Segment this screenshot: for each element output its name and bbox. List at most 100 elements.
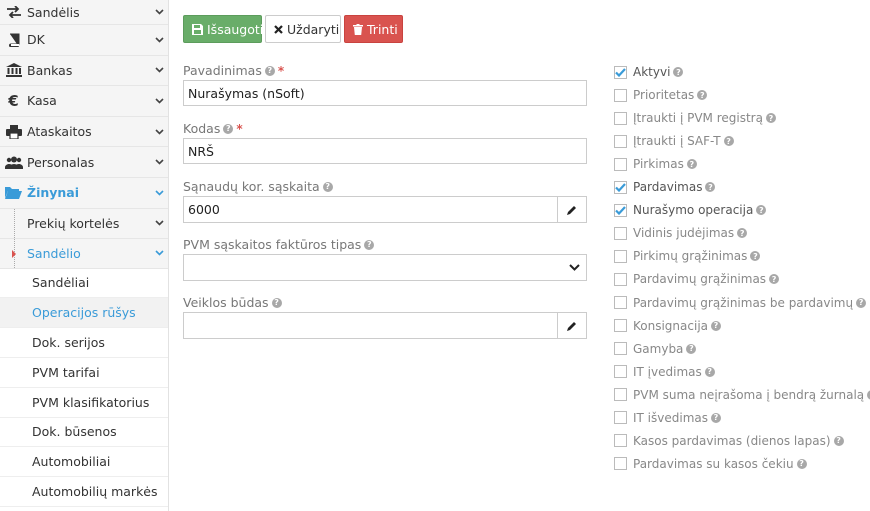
checkbox[interactable] — [614, 457, 627, 471]
sidebar-leaf-label: Operacijos rūšys — [32, 305, 136, 321]
sidebar-item-kasa[interactable]: € Kasa — [0, 86, 168, 117]
checkbox[interactable] — [614, 272, 627, 286]
flag-label: Gamyba — [633, 341, 684, 356]
sidebar-subitem-sandelio[interactable]: Sandėlio — [0, 238, 168, 269]
checkbox[interactable] — [614, 342, 627, 356]
help-icon[interactable]: ? — [271, 297, 282, 308]
sidebar-leaf-label: Dok. serijos — [32, 335, 105, 351]
sidebar-item-ataskaitos[interactable]: Ataskaitos — [0, 116, 168, 148]
checkbox[interactable] — [614, 157, 627, 171]
chevron-down-icon — [150, 9, 168, 15]
flag-checkbox-row[interactable]: Konsignacija? — [614, 318, 721, 334]
sidebar-item-personalas[interactable]: Personalas — [0, 147, 168, 178]
close-button[interactable]: Uždaryti — [265, 15, 341, 43]
checkbox-checked[interactable] — [614, 180, 627, 194]
checkbox[interactable] — [614, 434, 627, 448]
required-asterisk: * — [277, 63, 285, 78]
checkbox-checked[interactable] — [614, 65, 627, 79]
pencil-icon[interactable] — [557, 313, 586, 338]
help-icon[interactable]: ? — [769, 274, 780, 285]
flag-checkbox-row[interactable]: Pirkimas? — [614, 156, 697, 172]
flag-checkbox-row[interactable]: Pardavimų grąžinimas be pardavimų? — [614, 295, 867, 311]
sidebar-leaf-dok-busenos[interactable]: Dok. būsenos — [0, 417, 168, 448]
name-input[interactable]: Nurašymas (nSoft) — [183, 80, 587, 106]
flag-label: Konsignacija — [633, 318, 708, 333]
sidebar-item-zinynai[interactable]: Žinynai — [0, 177, 168, 209]
help-icon[interactable]: ? — [704, 366, 715, 377]
checkbox[interactable] — [614, 226, 627, 240]
sidebar-leaf-automobiliu-markes[interactable]: Automobilių markės — [0, 477, 168, 507]
checkbox[interactable] — [614, 411, 627, 425]
sidebar-item-dk[interactable]: DK — [0, 25, 168, 56]
save-button[interactable]: Išsaugoti — [183, 15, 263, 43]
code-input[interactable]: NRŠ — [183, 138, 587, 164]
flag-checkbox-row[interactable]: Pardavimas? — [614, 179, 716, 195]
flag-checkbox-row[interactable]: Pardavimas su kasos čekiu? — [614, 456, 807, 472]
cost-account-input[interactable]: 6000 — [184, 197, 557, 222]
help-icon[interactable]: ? — [364, 239, 375, 250]
activity-type-input[interactable] — [184, 313, 557, 338]
pencil-icon[interactable] — [557, 197, 586, 222]
vat-invoice-type-select[interactable] — [183, 254, 587, 281]
sidebar-item-label: Personalas — [27, 154, 95, 170]
flag-checkbox-row[interactable]: IT išvedimas? — [614, 410, 721, 426]
help-icon[interactable]: ? — [750, 251, 761, 262]
help-icon[interactable]: ? — [686, 159, 697, 170]
help-icon[interactable]: ? — [711, 320, 721, 331]
checkbox[interactable] — [614, 319, 627, 333]
flag-checkbox-row[interactable]: Gamyba? — [614, 341, 697, 357]
checkbox[interactable] — [614, 111, 627, 125]
activity-type-label: Veiklos būdas ? — [183, 295, 282, 310]
sidebar-leaf-sandeliai[interactable]: Sandėliai — [0, 268, 168, 299]
help-icon[interactable]: ? — [705, 182, 716, 193]
help-icon[interactable]: ? — [756, 205, 767, 216]
flag-checkbox-row[interactable]: IT įvedimas? — [614, 364, 715, 380]
checkbox[interactable] — [614, 365, 627, 379]
sidebar-leaf-pvm-tarifai[interactable]: PVM tarifai — [0, 357, 168, 388]
code-label: Kodas ? * — [183, 121, 243, 136]
flag-checkbox-row[interactable]: PVM suma neįrašoma į bendrą žurnalą? — [614, 387, 870, 403]
flag-label: Pirkimas — [633, 157, 684, 172]
help-icon[interactable]: ? — [686, 343, 697, 354]
help-icon[interactable]: ? — [697, 90, 708, 101]
sidebar-item-bankas[interactable]: Bankas — [0, 55, 168, 87]
flag-checkbox-row[interactable]: Nurašymo operacija? — [614, 202, 767, 218]
sidebar-leaf-pvm-klasifikatorius[interactable]: PVM klasifikatorius — [0, 387, 168, 418]
help-icon[interactable]: ? — [711, 412, 721, 423]
flag-checkbox-row[interactable]: Įtraukti į SAF-T? — [614, 133, 734, 149]
checkbox[interactable] — [614, 88, 627, 102]
sidebar-leaf-dok-serijos[interactable]: Dok. serijos — [0, 328, 168, 358]
help-icon[interactable]: ? — [673, 67, 684, 77]
checkbox[interactable] — [614, 296, 627, 309]
help-icon[interactable]: ? — [765, 113, 776, 124]
flag-checkbox-row[interactable]: Kasos pardavimas (dienos lapas)? — [614, 433, 844, 449]
flag-checkbox-row[interactable]: Vidinis judėjimas? — [614, 225, 748, 241]
help-icon[interactable]: ? — [856, 297, 867, 308]
sidebar-item-sandelis[interactable]: Sandėlis — [0, 0, 168, 25]
delete-button[interactable]: Trinti — [344, 15, 403, 43]
help-icon[interactable]: ? — [223, 123, 234, 134]
sidebar-subitem-prekiu-korteles[interactable]: Prekių kortelės — [0, 208, 168, 239]
help-icon[interactable]: ? — [737, 228, 748, 239]
help-icon[interactable]: ? — [264, 65, 275, 76]
sidebar-leaf-automobiliai[interactable]: Automobiliai — [0, 447, 168, 478]
flag-checkbox-row[interactable]: Pirkimų grąžinimas? — [614, 248, 761, 264]
help-icon[interactable]: ? — [322, 181, 333, 192]
activity-type-field[interactable] — [183, 312, 587, 339]
help-icon[interactable]: ? — [796, 458, 807, 469]
checkbox[interactable] — [614, 249, 627, 263]
exchange-icon — [0, 6, 27, 18]
help-icon[interactable]: ? — [723, 136, 734, 147]
checkbox[interactable] — [614, 134, 627, 148]
help-icon[interactable]: ? — [833, 435, 844, 446]
flag-checkbox-row[interactable]: Prioritetas? — [614, 87, 708, 103]
flag-checkbox-row[interactable]: Pardavimų grąžinimas? — [614, 271, 780, 287]
flag-checkbox-row[interactable]: Aktyvi? — [614, 64, 684, 80]
sidebar-item-label: Žinynai — [27, 185, 80, 201]
flag-checkbox-row[interactable]: Įtraukti į PVM registrą? — [614, 110, 776, 126]
checkbox[interactable] — [614, 388, 627, 402]
checkbox-checked[interactable] — [614, 203, 627, 217]
cost-account-field[interactable]: 6000 — [183, 196, 587, 223]
sidebar-leaf-operacijos-rusys[interactable]: Operacijos rūšys — [0, 298, 168, 329]
flag-label: Pardavimų grąžinimas — [633, 272, 767, 287]
